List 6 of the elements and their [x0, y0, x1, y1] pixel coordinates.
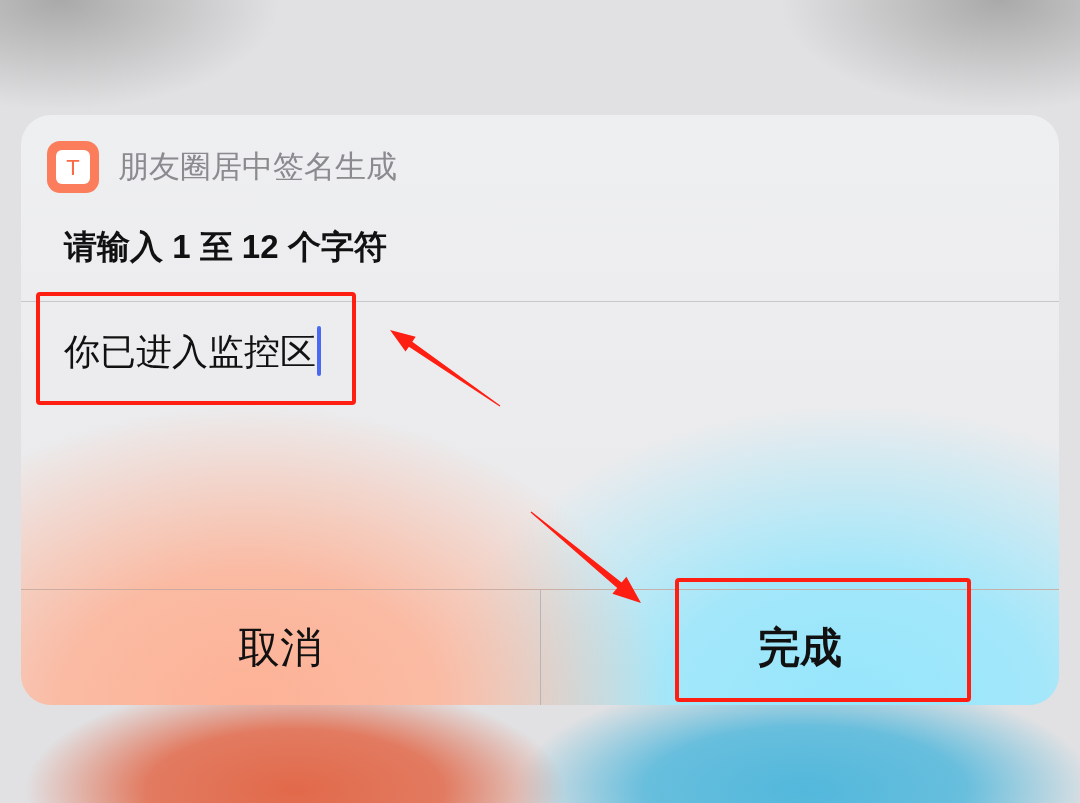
prompt-text: 请输入 1 至 12 个字符 — [64, 227, 387, 267]
text-input-field[interactable]: 你已进入监控区 — [21, 302, 1059, 589]
app-title: 朋友圈居中签名生成 — [118, 148, 397, 186]
app-icon: T — [47, 141, 99, 193]
confirm-button[interactable]: 完成 — [539, 590, 1059, 705]
cancel-button[interactable]: 取消 — [21, 590, 540, 705]
